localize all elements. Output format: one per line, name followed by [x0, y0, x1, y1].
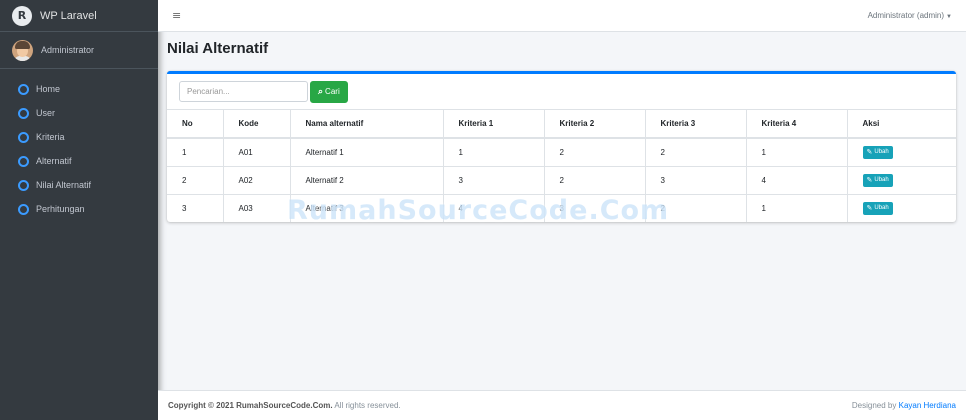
search-input[interactable]	[179, 81, 308, 102]
footer-copyright-bold: Copyright © 2021 RumahSourceCode.Com.	[168, 401, 333, 410]
edit-icon: ✎	[866, 149, 873, 157]
table-cell: 2	[645, 138, 747, 167]
sidebar-item-alternatif[interactable]: Alternatif	[0, 149, 158, 173]
column-header: Kode	[223, 110, 291, 139]
data-table: No Kode Nama alternatif Kriteria 1 Krite…	[167, 110, 956, 222]
table-cell: 2	[167, 166, 224, 195]
footer-copyright: Copyright © 2021 RumahSourceCode.Com. Al…	[168, 401, 401, 410]
edit-button-label: Ubah	[874, 177, 889, 183]
table-cell: 4	[443, 194, 545, 222]
circle-icon	[18, 83, 29, 95]
edit-icon: ✎	[866, 205, 873, 213]
user-dropdown[interactable]: Administrator (admin) ▼	[868, 11, 952, 20]
sidebar-item-label: Perhitungan	[36, 204, 85, 214]
column-header: Aksi	[847, 110, 956, 139]
table-cell: 4	[746, 166, 848, 195]
edit-button-label: Ubah	[874, 205, 889, 212]
brand-logo-icon: R	[12, 5, 32, 26]
edit-button[interactable]: ✎ Ubah	[862, 145, 893, 159]
table-cell: 2	[645, 194, 747, 222]
table-cell: Alternatif 3	[290, 194, 444, 222]
sidebar-item-kriteria[interactable]: Kriteria	[0, 125, 158, 149]
table-cell: A02	[223, 166, 291, 195]
footer: Copyright © 2021 RumahSourceCode.Com. Al…	[158, 390, 966, 420]
brand-name: WP Laravel	[40, 9, 97, 22]
top-navbar: ≡ Administrator (admin) ▼	[158, 0, 966, 32]
edit-icon: ✎	[866, 177, 873, 184]
column-header: Kriteria 4	[746, 110, 848, 139]
page-title: Nilai Alternatif	[167, 40, 269, 57]
sidebar-item-label: Home	[36, 84, 61, 94]
sidebar-item-label: Nilai Alternatif	[36, 180, 92, 190]
footer-copyright-rest: All rights reserved.	[334, 401, 401, 410]
sidebar-item-label: Alternatif	[36, 156, 72, 166]
table-cell: 1	[167, 138, 224, 167]
table-cell: Alternatif 1	[290, 138, 444, 167]
circle-icon	[18, 107, 29, 119]
sidebar: R WP Laravel Administrator Home User Kri…	[0, 0, 158, 420]
table-cell: 1	[746, 138, 848, 167]
edit-button-label: Ubah	[874, 149, 889, 156]
footer-designed-by: Designed by	[851, 401, 897, 410]
sidebar-item-label: Kriteria	[36, 132, 65, 142]
table-cell: ✎ Ubah	[847, 138, 956, 167]
table-cell: 1	[443, 138, 545, 167]
footer-credit: Designed by Kayan Herdiana	[852, 401, 956, 410]
sidebar-item-perhitungan[interactable]: Perhitungan	[0, 197, 158, 221]
table-header-row: No Kode Nama alternatif Kriteria 1 Krite…	[167, 110, 956, 139]
table-cell: 2	[544, 138, 646, 167]
circle-icon	[18, 179, 29, 191]
user-panel[interactable]: Administrator	[0, 32, 158, 69]
sidebar-nav: Home User Kriteria Alternatif Nilai Alte…	[0, 69, 158, 221]
table-cell: 3	[645, 166, 747, 195]
search-button-label: Cari	[325, 87, 340, 96]
designer-link[interactable]: Kayan Herdiana	[899, 401, 956, 410]
brand-link[interactable]: R WP Laravel	[0, 0, 158, 32]
sidebar-item-home[interactable]: Home	[0, 77, 158, 101]
sidebar-item-nilai-alternatif[interactable]: Nilai Alternatif	[0, 173, 158, 197]
table-cell: 3	[443, 166, 545, 195]
table-row: 1 A01 Alternatif 1 1 2 2 1 ✎ Ubah	[167, 138, 956, 167]
user-panel-name: Administrator	[41, 45, 95, 55]
sidebar-item-label: User	[36, 108, 56, 118]
column-header: Nama alternatif	[290, 110, 444, 139]
content-card: ⌕ Cari No Kode Nama alternatif Kriteria …	[167, 71, 956, 222]
circle-icon	[18, 155, 29, 167]
table-cell: A01	[223, 138, 291, 167]
column-header: Kriteria 2	[544, 110, 646, 139]
table-cell: 3	[167, 194, 224, 222]
table-cell: 1	[746, 194, 848, 222]
table-cell: A03	[223, 194, 291, 222]
search-form: ⌕ Cari	[167, 74, 956, 110]
column-header: Kriteria 1	[443, 110, 545, 139]
table-cell: ✎ Ubah	[847, 194, 956, 222]
circle-icon	[18, 131, 29, 143]
circle-icon	[18, 203, 29, 215]
table-cell: ✎ Ubah	[847, 166, 956, 195]
table-row: 3 A03 Alternatif 3 4 3 2 1 ✎ Ubah	[167, 194, 956, 222]
table-cell: 3	[544, 194, 646, 222]
menu-toggle-icon[interactable]: ≡	[172, 9, 181, 22]
edit-button[interactable]: ✎ Ubah	[862, 173, 893, 187]
avatar	[12, 39, 33, 61]
table-row: 2 A02 Alternatif 2 3 2 3 4 ✎ Ubah	[167, 166, 956, 195]
column-header: Kriteria 3	[645, 110, 747, 139]
edit-button[interactable]: ✎ Ubah	[862, 201, 893, 215]
search-button[interactable]: ⌕ Cari	[310, 80, 348, 103]
table-cell: Alternatif 2	[290, 166, 444, 195]
caret-down-icon: ▼	[946, 14, 952, 20]
table-cell: 2	[544, 166, 646, 195]
user-dropdown-label: Administrator (admin)	[867, 11, 945, 20]
search-icon: ⌕	[318, 86, 324, 96]
sidebar-item-user[interactable]: User	[0, 101, 158, 125]
column-header: No	[167, 110, 224, 139]
